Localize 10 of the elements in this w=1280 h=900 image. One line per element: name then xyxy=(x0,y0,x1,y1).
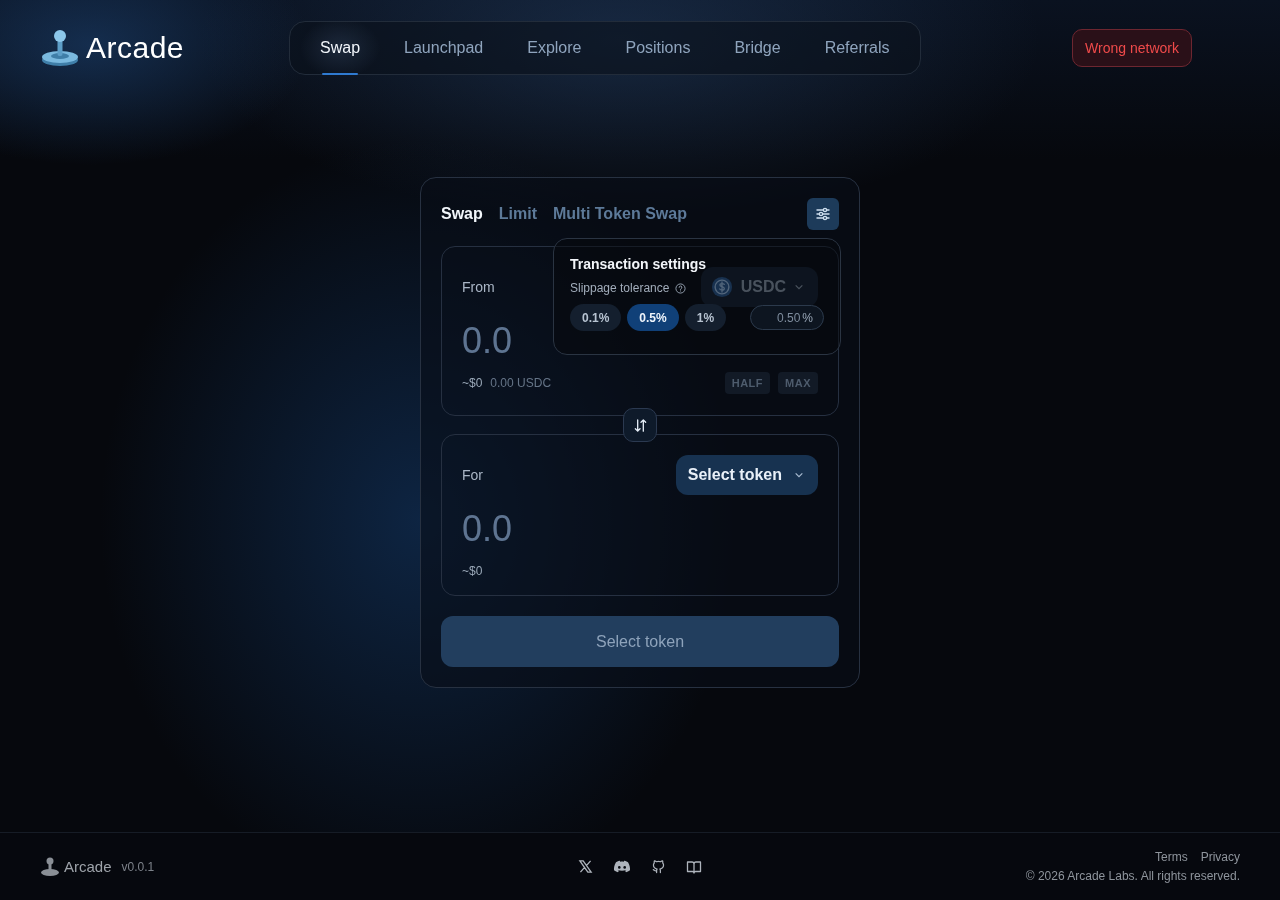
copyright-text: © 2026 Arcade Labs. All rights reserved. xyxy=(1025,869,1240,883)
footer-brand-name: Arcade xyxy=(64,858,112,875)
brand-name: Arcade xyxy=(86,31,185,65)
to-label: For xyxy=(462,467,483,483)
balance-text: 0.00 USDC xyxy=(490,376,552,390)
usd-value: ~$0 xyxy=(462,564,483,578)
from-label: From xyxy=(462,279,495,295)
usd-value: ~$0 xyxy=(462,376,483,390)
version-text: v0.0.1 xyxy=(121,859,155,874)
slippage-label: Slippage tolerance xyxy=(570,281,670,295)
